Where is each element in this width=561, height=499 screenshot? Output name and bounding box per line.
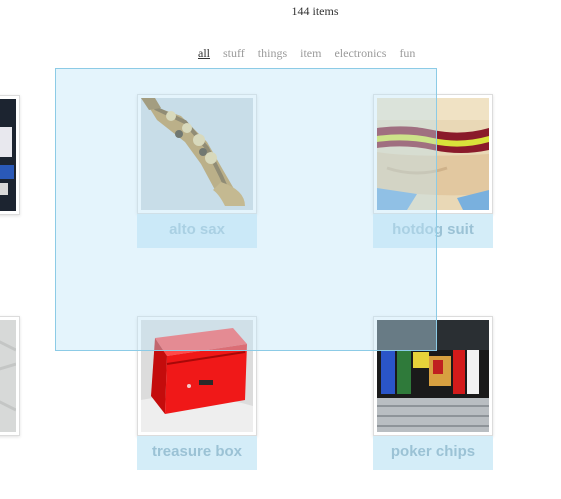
- filter-fun[interactable]: fun: [399, 46, 415, 61]
- item-count: 144 items: [291, 4, 339, 18]
- tile-label: poker chips: [373, 436, 493, 470]
- partial-tile-bottom-left[interactable]: [0, 316, 20, 436]
- tile-label: treasure box: [137, 436, 257, 470]
- selection-marquee[interactable]: [55, 68, 437, 351]
- filter-item[interactable]: item: [300, 46, 321, 61]
- filter-stuff[interactable]: stuff: [223, 46, 245, 61]
- filter-things[interactable]: things: [258, 46, 287, 61]
- partial-tile-photo: [0, 320, 17, 432]
- filter-electronics[interactable]: electronics: [334, 46, 386, 61]
- filter-bar: all stuff things item electronics fun: [198, 46, 415, 61]
- partial-tile-top-left[interactable]: [0, 95, 20, 215]
- partial-tile-photo: [0, 99, 16, 211]
- filter-all[interactable]: all: [198, 46, 210, 61]
